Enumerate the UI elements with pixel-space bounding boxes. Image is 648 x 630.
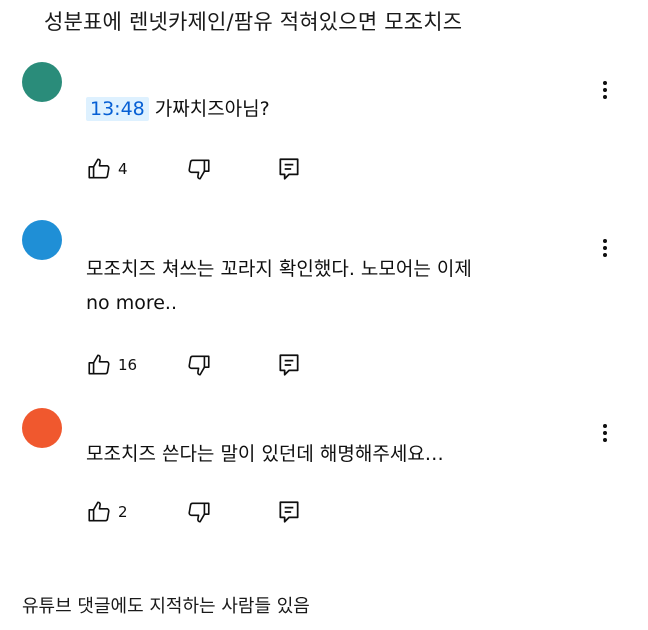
avatar[interactable]	[22, 62, 62, 102]
comment-body-line-1: 모조치즈 쳐쓰는 꼬라지 확인했다. 노모어는 이제	[86, 258, 472, 280]
thumbs-up-icon	[88, 158, 110, 179]
caption-bottom: 유튜브 댓글에도 지적하는 사람들 있음	[22, 596, 310, 617]
more-vert-icon[interactable]	[598, 238, 612, 258]
like-count: 2	[118, 503, 128, 521]
thumbs-up-icon	[88, 501, 110, 522]
more-vert-icon[interactable]	[598, 423, 612, 443]
comment-body: 모조치즈 쓴다는 말이 있던데 해명해주세요…	[86, 443, 444, 465]
dislike-button[interactable]	[186, 154, 212, 184]
more-vert-icon[interactable]	[598, 80, 612, 100]
like-count: 4	[118, 160, 128, 178]
thumbs-down-icon	[188, 502, 210, 523]
reply-icon	[279, 501, 299, 523]
avatar[interactable]	[22, 408, 62, 448]
reply-icon	[279, 158, 299, 180]
thumbs-up-icon	[88, 354, 110, 375]
comment-text: 모조치즈 쓴다는 말이 있던데 해명해주세요…	[86, 437, 586, 471]
thumbs-down-icon	[188, 159, 210, 180]
reply-button[interactable]	[276, 497, 302, 527]
comment-body: 가짜치즈아님?	[154, 98, 270, 120]
reply-button[interactable]	[276, 154, 302, 184]
dislike-button[interactable]	[186, 350, 212, 380]
comment-text: 모조치즈 쳐쓰는 꼬라지 확인했다. 노모어는 이제 no more..	[86, 252, 586, 320]
caption-top: 성분표에 렌넷카제인/팜유 적혀있으면 모조치즈	[44, 10, 463, 34]
reply-button[interactable]	[276, 350, 302, 380]
like-count: 16	[118, 356, 138, 374]
thumbs-down-icon	[188, 355, 210, 376]
like-button[interactable]: 16	[86, 350, 137, 380]
reply-icon	[279, 354, 299, 376]
comments-screenshot: 성분표에 렌넷카제인/팜유 적혀있으면 모조치즈 13:48가짜치즈아님? 4	[0, 0, 648, 630]
avatar[interactable]	[22, 220, 62, 260]
dislike-button[interactable]	[186, 497, 212, 527]
timestamp-link[interactable]: 13:48	[86, 97, 149, 121]
like-button[interactable]: 2	[86, 497, 128, 527]
comment-text: 13:48 가짜치즈아님?	[86, 92, 586, 126]
comment-body-line-2: no more..	[86, 292, 178, 314]
like-button[interactable]: 4	[86, 154, 128, 184]
